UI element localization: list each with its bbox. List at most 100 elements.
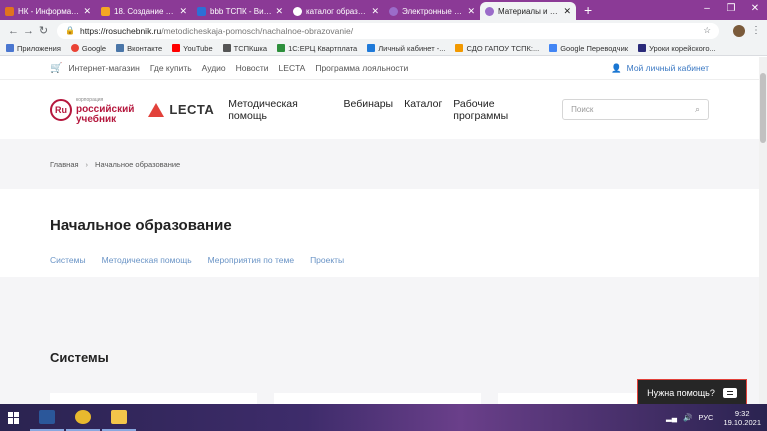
forward-icon[interactable]: → xyxy=(21,25,36,37)
folder-icon xyxy=(111,409,127,424)
tab-title: bbb ТСПК - Видеоконф. xyxy=(210,6,273,16)
clock-date: 19.10.2021 xyxy=(723,417,761,427)
breadcrumb: Главная › Начальное образование xyxy=(0,139,759,189)
system-card[interactable] xyxy=(274,393,481,404)
bookmark-item[interactable]: 1С:ЕРЦ Квартплата xyxy=(277,44,357,53)
moodle-icon xyxy=(455,44,464,52)
close-window-icon[interactable]: ✕ xyxy=(743,0,767,18)
scrollbar-thumb[interactable] xyxy=(760,73,766,143)
account-link[interactable]: 👤 Мой личный кабинет xyxy=(611,63,709,74)
bookmark-label: YouTube xyxy=(183,43,213,53)
page-scrollbar[interactable] xyxy=(759,57,767,404)
close-tab-icon[interactable]: ✕ xyxy=(563,6,571,17)
close-tab-icon[interactable]: ✕ xyxy=(371,6,379,17)
maximize-icon[interactable]: ❐ xyxy=(719,0,743,18)
browser-tab-active[interactable]: Материалы и мероприят✕ xyxy=(480,2,576,20)
top-link-loyalty[interactable]: Программа лояльности xyxy=(315,63,408,73)
taskbar-app-explorer[interactable] xyxy=(102,404,136,431)
rosuchebnik-logo[interactable]: Ru корпорация российский учебник xyxy=(50,95,134,125)
chat-icon xyxy=(722,387,737,398)
nav-catalog[interactable]: Каталог xyxy=(404,98,442,122)
bookmark-item[interactable]: СДО ГАПОУ ТСПК:... xyxy=(455,44,539,53)
new-tab-button[interactable]: + xyxy=(576,2,600,20)
tab-favicon-icon xyxy=(5,6,14,16)
logo-small-text: корпорация xyxy=(76,96,104,103)
tab-methodical-help[interactable]: Методическая помощь xyxy=(102,255,192,265)
browser-tab[interactable]: НК - Информатика и ИКТ✕ xyxy=(0,2,96,20)
bookmark-star-icon[interactable]: ☆ xyxy=(703,25,711,36)
address-bar[interactable]: 🔒 https://rosuchebnik.ru/metodicheskaja-… xyxy=(57,22,719,39)
bookmark-item[interactable]: Вконтакте xyxy=(116,44,162,53)
bookmark-item[interactable]: ТСПКшка xyxy=(222,44,267,53)
profile-avatar[interactable] xyxy=(733,24,745,37)
user-icon: 👤 xyxy=(611,62,622,73)
bookmark-item[interactable]: Приложения xyxy=(6,44,61,53)
browser-tab[interactable]: 18. Создание каталога и✕ xyxy=(96,2,192,20)
window-controls: – ❐ ✕ xyxy=(695,0,767,18)
account-label: Мой личный кабинет xyxy=(626,63,709,73)
minimize-icon[interactable]: – xyxy=(695,0,719,18)
menu-kebab-icon[interactable]: ⋮ xyxy=(751,25,761,36)
language-indicator[interactable]: РУС xyxy=(698,413,713,422)
erc-icon xyxy=(277,44,286,52)
bookmark-item[interactable]: Google Переводчик xyxy=(549,44,628,53)
tab-events[interactable]: Мероприятия по теме xyxy=(208,255,294,265)
tab-projects[interactable]: Проекты xyxy=(310,255,344,265)
top-link-lecta[interactable]: LECTA xyxy=(279,63,306,73)
volume-icon[interactable]: 🔊 xyxy=(683,413,692,422)
browser-tab[interactable]: каталог образовательны✕ xyxy=(288,2,384,20)
site-top-strip: 🛒 Интернет-магазин Где купить Аудио Ново… xyxy=(0,57,759,80)
site-search-input[interactable]: Поиск ⌕ xyxy=(562,99,709,120)
breadcrumb-home[interactable]: Главная xyxy=(50,160,79,169)
tspk-icon xyxy=(222,44,231,52)
tab-favicon-icon xyxy=(485,6,494,16)
close-tab-icon[interactable]: ✕ xyxy=(275,6,283,17)
tab-title: Материалы и мероприят xyxy=(498,6,560,16)
top-link-audio[interactable]: Аудио xyxy=(202,63,226,73)
close-tab-icon[interactable]: ✕ xyxy=(467,6,475,17)
logo-line2: учебник xyxy=(76,113,117,125)
reload-icon[interactable]: ↻ xyxy=(36,24,51,37)
search-icon[interactable]: ⌕ xyxy=(695,104,700,115)
apps-grid-icon xyxy=(6,44,14,52)
browser-tab[interactable]: Электронные образова✕ xyxy=(384,2,480,20)
close-tab-icon[interactable]: ✕ xyxy=(179,6,187,17)
bookmark-item[interactable]: YouTube xyxy=(172,43,213,53)
bookmark-label: Личный кабинет -... xyxy=(378,43,446,53)
youtube-icon xyxy=(172,44,181,52)
bookmark-item[interactable]: Личный кабинет -... xyxy=(367,44,445,53)
start-button[interactable] xyxy=(0,404,28,431)
tab-title: каталог образовательны xyxy=(306,6,368,16)
close-tab-icon[interactable]: ✕ xyxy=(83,6,91,17)
bookmark-item[interactable]: Google xyxy=(70,43,107,53)
cart-icon: 🛒 xyxy=(50,62,63,74)
bookmark-item[interactable]: Уроки корейского... xyxy=(638,44,716,53)
system-card[interactable] xyxy=(50,393,257,404)
back-icon[interactable]: ← xyxy=(6,25,21,37)
nav-methodical-help[interactable]: Методическая помощь xyxy=(228,98,332,122)
taskbar-app-chrome[interactable] xyxy=(66,404,100,431)
help-chat-button[interactable]: Нужна помощь? xyxy=(637,379,747,406)
browser-tab[interactable]: bbb ТСПК - Видеоконф.✕ xyxy=(192,2,288,20)
taskbar-app-word[interactable] xyxy=(30,404,64,431)
ru-logo-icon: Ru xyxy=(50,98,72,121)
chrome-icon xyxy=(75,409,91,424)
web-page: 🛒 Интернет-магазин Где купить Аудио Ново… xyxy=(0,57,759,404)
signal-icon[interactable]: ▂▄ xyxy=(666,413,677,422)
clock[interactable]: 9:32 19.10.2021 xyxy=(723,409,761,427)
tab-favicon-icon xyxy=(101,6,110,16)
search-placeholder: Поиск xyxy=(571,105,594,114)
bookmark-label: СДО ГАПОУ ТСПК:... xyxy=(466,43,540,53)
tab-systems[interactable]: Системы xyxy=(50,255,86,265)
page-title: Начальное образование xyxy=(50,217,232,234)
nav-work-programs[interactable]: Рабочие программы xyxy=(453,98,546,122)
tab-favicon-icon xyxy=(197,6,206,16)
bookmark-label: Google xyxy=(81,43,107,53)
site-header: Ru корпорация российский учебник LECTA М… xyxy=(0,80,759,139)
top-link-shop[interactable]: Интернет-магазин xyxy=(68,63,139,73)
windows-taskbar: ▂▄ 🔊 РУС 9:32 19.10.2021 xyxy=(0,404,767,431)
top-link-news[interactable]: Новости xyxy=(236,63,269,73)
nav-webinars[interactable]: Вебинары xyxy=(343,98,393,122)
lecta-logo[interactable]: LECTA xyxy=(148,102,214,117)
top-link-where-to-buy[interactable]: Где купить xyxy=(150,63,192,73)
